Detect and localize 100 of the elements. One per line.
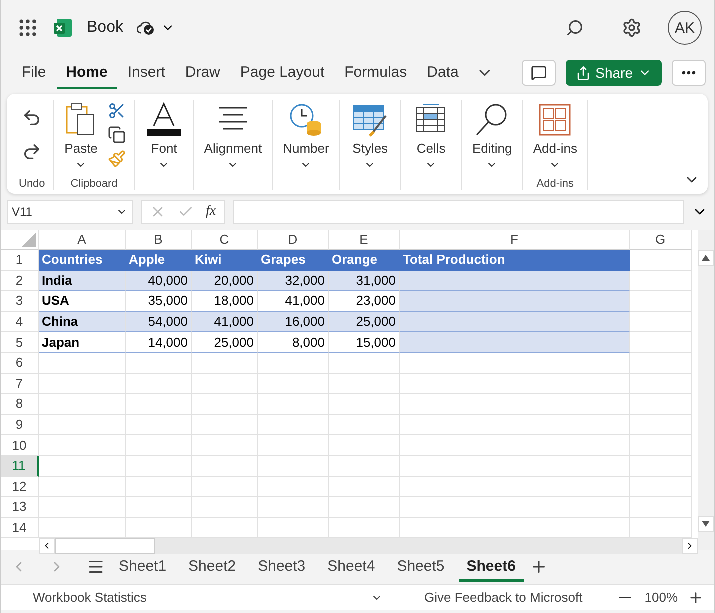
settings-button[interactable] [622, 18, 642, 38]
scroll-down-icon [702, 521, 710, 527]
ribbon-button[interactable]: Alignment [202, 100, 264, 173]
ribbon-button[interactable]: Paste [62, 100, 100, 173]
row-header: 5 [1, 332, 39, 353]
share-icon [576, 66, 591, 80]
row-header: 9 [1, 414, 39, 436]
cloud-check-icon [137, 21, 156, 35]
zoom-level[interactable]: 100% [644, 590, 678, 605]
sheet-tab[interactable]: Sheet3 [250, 552, 314, 582]
app-launcher-button[interactable] [17, 17, 39, 39]
comment-icon [530, 65, 547, 81]
column-header: C [192, 230, 258, 250]
row-header: 8 [1, 394, 39, 415]
select-all-icon [22, 233, 36, 247]
sheet-tab[interactable]: Sheet1 [111, 552, 175, 582]
table-cell: 8,000 [258, 332, 329, 353]
cell-reference: V11 [12, 205, 32, 219]
zoom-in-button[interactable] [688, 590, 704, 606]
row-header: 3 [1, 291, 39, 312]
status-text: Workbook Statistics [33, 590, 147, 605]
redo-icon [22, 142, 42, 162]
row-header: 6 [1, 352, 39, 374]
share-button[interactable]: Share [566, 60, 662, 86]
table-cell: 16,000 [258, 312, 329, 332]
row-header: 10 [1, 435, 39, 456]
row-header: 11 [1, 456, 39, 477]
table-cell: 14,000 [126, 332, 192, 353]
more-options-button[interactable] [672, 60, 706, 86]
table-cell: 25,000 [192, 332, 258, 353]
table-cell: Grapes [258, 250, 329, 271]
ribbon-button[interactable]: Number [281, 100, 332, 173]
table-cell: 18,000 [192, 291, 258, 312]
cut-button[interactable] [108, 102, 126, 120]
more-icon [682, 71, 696, 75]
table-cell: 40,000 [126, 270, 192, 292]
row-header: 4 [1, 312, 39, 332]
table-cell: 35,000 [126, 291, 192, 312]
scrollbar-thumb[interactable] [55, 538, 155, 554]
ribbon-button[interactable]: Editing [470, 100, 514, 173]
name-box[interactable]: V11 [7, 200, 133, 224]
insert-function-button[interactable]: fx [206, 204, 216, 220]
undo-button[interactable] [22, 108, 42, 128]
column-header: F [400, 230, 630, 250]
sheet-tab[interactable]: Sheet4 [320, 552, 384, 582]
font-color-icon [145, 102, 184, 138]
table-cell: 54,000 [126, 312, 192, 332]
table-cell: 41,000 [258, 291, 329, 312]
table-cell: 20,000 [192, 270, 258, 292]
table-cell: USA [39, 291, 126, 312]
menu-tab[interactable]: File [13, 58, 56, 88]
row-header: 12 [1, 476, 39, 498]
table-cell: Apple [126, 250, 192, 271]
row-header: 2 [1, 270, 39, 292]
menu-tab[interactable]: Home [57, 58, 117, 88]
minus-icon [618, 596, 631, 598]
table-cell: Total Production [400, 250, 630, 271]
copy-button[interactable] [108, 126, 126, 144]
menu-tab[interactable]: Data [418, 58, 468, 88]
comments-button[interactable] [522, 60, 556, 86]
column-header: B [126, 230, 192, 250]
row-header: 13 [1, 497, 39, 518]
sheet-tab[interactable]: Sheet5 [389, 552, 453, 582]
all-sheets-button[interactable] [87, 558, 105, 576]
search-icon [566, 19, 584, 37]
menu-tab[interactable]: Insert [118, 58, 174, 88]
scroll-up-icon [702, 255, 710, 261]
ribbon-button[interactable]: Add-ins [531, 100, 580, 173]
menu-tab[interactable]: Formulas [336, 58, 416, 88]
column-header: G [630, 230, 692, 250]
table-cell: Orange [329, 250, 400, 271]
table-cell: 23,000 [329, 291, 400, 312]
row-header: 14 [1, 518, 39, 538]
sheet-tab[interactable]: Sheet2 [180, 552, 244, 582]
plus-icon [688, 590, 704, 606]
formula-input[interactable] [233, 200, 684, 224]
column-header: E [329, 230, 400, 250]
table-cell: 15,000 [329, 332, 400, 353]
redo-button[interactable] [22, 142, 42, 162]
row-header: 7 [1, 374, 39, 394]
undo-icon [22, 108, 42, 128]
ribbon-button[interactable]: Font [143, 100, 186, 173]
spreadsheet-logo-icon [53, 18, 73, 38]
ribbon-button[interactable]: Styles [348, 100, 392, 173]
menu-tab[interactable]: Page Layout [231, 58, 334, 88]
menu-icon [87, 558, 105, 576]
app-launcher-icon [17, 17, 39, 39]
settings-icon [622, 18, 642, 38]
account-avatar[interactable]: AK [668, 11, 702, 45]
ribbon-button[interactable]: Cells [409, 100, 454, 173]
table-cell: 32,000 [258, 270, 329, 292]
column-header: A [39, 230, 126, 250]
table-cell: Countries [39, 250, 126, 271]
menu-tab[interactable]: Draw [176, 58, 230, 88]
table-cell: 25,000 [329, 312, 400, 332]
search-button[interactable] [566, 19, 584, 37]
group-label: Undo [19, 178, 46, 190]
feedback-link[interactable]: Give Feedback to Microsoft [424, 590, 583, 605]
group-label: Clipboard [70, 178, 118, 190]
table-cell: India [39, 270, 126, 292]
